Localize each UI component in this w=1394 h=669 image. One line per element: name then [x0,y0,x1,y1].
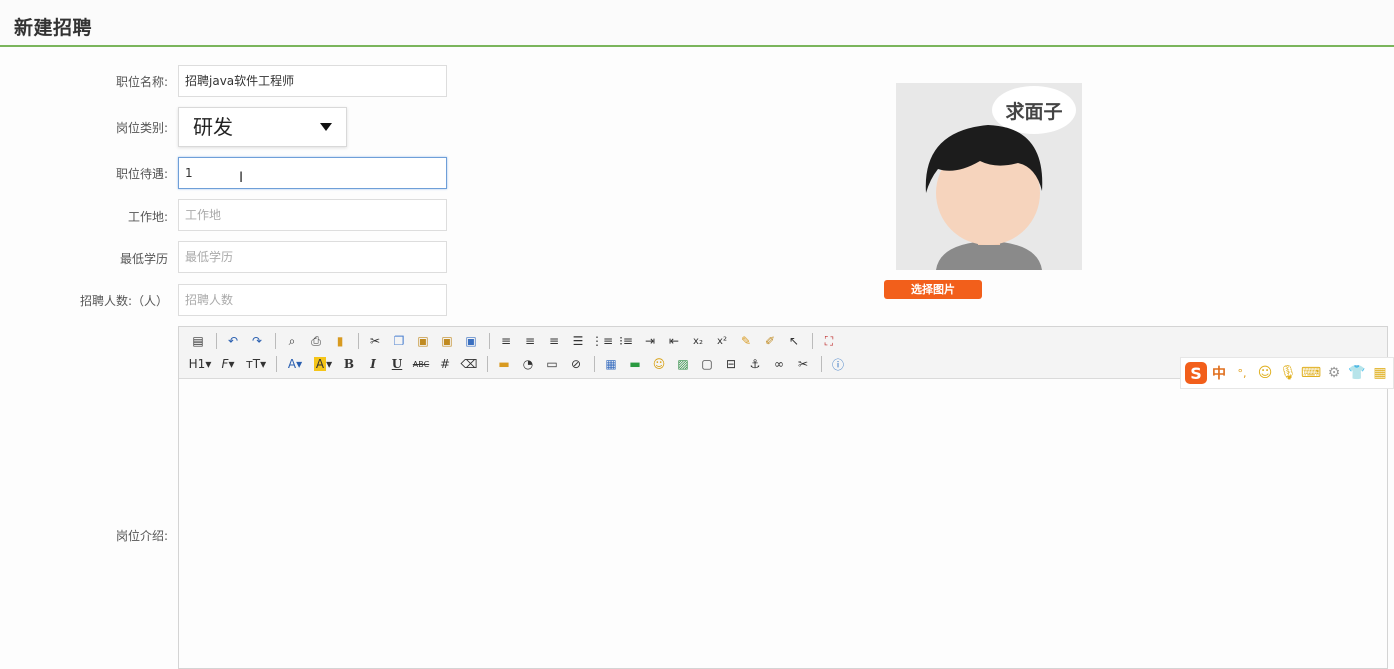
paste-word-icon[interactable]: ▣ [460,331,482,351]
heading-label: H1 [188,357,206,371]
clear-format-icon[interactable]: ✎ [735,331,757,351]
emoticon-icon[interactable]: ☺ [648,354,670,374]
image-icon[interactable]: ▨ [672,354,694,374]
page-break-icon[interactable]: ⊟ [720,354,742,374]
fontsize-label: тT [245,357,261,371]
justify-icon[interactable]: ☰ [567,331,589,351]
fullscreen-icon[interactable]: ⛶ [818,331,840,351]
code-icon[interactable]: ▢ [696,354,718,374]
toolbar-separator [358,333,359,349]
anchor-icon[interactable]: ⚓ [744,354,766,374]
outdent-icon[interactable]: ⇤ [663,331,685,351]
toolbar-separator [812,333,813,349]
font-color-dropdown[interactable]: A ▾ [282,354,308,374]
unlink-icon[interactable]: ✂ [792,354,814,374]
microphone-icon[interactable]: 🎙 [1277,362,1299,384]
text-cursor-icon: I [239,170,244,186]
template-icon[interactable]: ▮ [329,331,351,351]
insert-flash-icon[interactable]: ◔ [517,354,539,374]
toolbar-separator [275,333,276,349]
ime-toolbar[interactable]: S 中 °, ☺ 🎙 ⌨ ⚙ 👕 ▦ [1180,357,1394,389]
avatar-image: 求面子 [896,83,1082,270]
select-image-button[interactable]: 选择图片 [884,280,982,299]
superscript-icon[interactable]: x² [711,331,733,351]
insert-table-icon[interactable]: ▦ [600,354,622,374]
copy-icon[interactable]: ❐ [388,331,410,351]
bubble-text: 求面子 [1005,100,1062,123]
ime-language-toggle[interactable]: 中 [1208,362,1230,384]
underline-button[interactable]: U [386,354,408,374]
skin-icon[interactable]: 👕 [1346,362,1368,384]
location-input[interactable]: 工作地 [178,199,447,231]
font-size-dropdown[interactable]: тT ▾ [243,354,269,374]
dropdown-arrow-icon [320,123,332,131]
category-select[interactable]: 研发 [178,107,347,147]
select-all-icon[interactable]: ✐ [759,331,781,351]
job-name-label: 职位名称: [115,75,168,89]
align-left-icon[interactable]: ≡ [495,331,517,351]
align-center-icon[interactable]: ≡ [519,331,541,351]
tools-icon[interactable]: ⚙ [1323,362,1345,384]
page-title: 新建招聘 [14,17,93,39]
font-family-dropdown[interactable]: F ▾ [215,354,241,374]
insert-image-icon[interactable]: ▬ [493,354,515,374]
subscript-icon[interactable]: x₂ [687,331,709,351]
emoji-icon[interactable]: ☺ [1254,362,1276,384]
insert-media-icon[interactable]: ▭ [541,354,563,374]
toolbar-row-2: H1 ▾ F ▾ тT ▾ A ▾ A ▾ B I U ABC # ⌫ ▬ ◔ ▭ ⊘ ▦… [187,353,851,375]
toolbar-separator [594,356,595,372]
redo-icon[interactable]: ↷ [246,331,268,351]
link-icon[interactable]: ∞ [768,354,790,374]
ordered-list-icon[interactable]: ⋮≡ [591,331,613,351]
intro-label: 岗位介绍: [115,529,168,543]
cut-icon[interactable]: ✂ [364,331,386,351]
sogou-logo-icon: S [1185,362,1207,384]
headcount-input[interactable]: 招聘人数 [178,284,447,316]
attachment-icon[interactable]: ⊘ [565,354,587,374]
salary-label: 职位待遇: [115,167,168,181]
paste-icon[interactable]: ▣ [412,331,434,351]
help-icon[interactable]: ⓘ [827,354,849,374]
toolbar-separator [821,356,822,372]
cursor-icon[interactable]: ↖ [783,331,805,351]
category-label: 岗位类别: [115,121,168,135]
undo-icon[interactable]: ↶ [222,331,244,351]
toolbar-row-1: ▤ ↶ ↷ ⌕ ⎙ ▮ ✂ ❐ ▣ ▣ ▣ ≡ ≡ ≡ ☰ ⋮≡ ⁝≡ ⇥ ⇤ … [187,330,842,352]
indent-icon[interactable]: ⇥ [639,331,661,351]
bold-button[interactable]: B [338,354,360,374]
print-icon[interactable]: ⎙ [305,331,327,351]
toolbar-separator [276,356,277,372]
headcount-label: 招聘人数:（人） [79,294,168,308]
editor-content-area[interactable] [179,379,1387,668]
italic-button[interactable]: I [362,354,384,374]
location-label: 工作地: [127,210,168,224]
category-selected-value: 研发 [193,115,233,139]
keyboard-icon[interactable]: ⌨ [1300,362,1322,384]
page-header: 新建招聘 [0,0,1394,47]
heading-dropdown[interactable]: H1 ▾ [187,354,213,374]
source-icon[interactable]: ▤ [187,331,209,351]
salary-input[interactable]: 1 [178,157,447,189]
unordered-list-icon[interactable]: ⁝≡ [615,331,637,351]
align-right-icon[interactable]: ≡ [543,331,565,351]
education-input[interactable]: 最低学历 [178,241,447,273]
preview-icon[interactable]: ⌕ [281,331,303,351]
strikethrough-button[interactable]: ABC [410,354,432,374]
toolbar-separator [489,333,490,349]
insert-hr-icon[interactable]: ▬ [624,354,646,374]
paste-text-icon[interactable]: ▣ [436,331,458,351]
highlight-color-dropdown[interactable]: A ▾ [310,354,336,374]
hilite-label: A [313,357,327,371]
ime-punctuation-toggle[interactable]: °, [1231,362,1253,384]
toolbar-separator [216,333,217,349]
toolbar-separator [487,356,488,372]
table-border-icon[interactable]: # [434,354,456,374]
job-name-input[interactable]: 招聘java软件工程师 [178,65,447,97]
education-label: 最低学历 [119,252,168,266]
forecolor-label: A [287,357,297,371]
font-label: F [221,357,229,371]
eraser-icon[interactable]: ⌫ [458,354,480,374]
grid-menu-icon[interactable]: ▦ [1369,362,1391,384]
